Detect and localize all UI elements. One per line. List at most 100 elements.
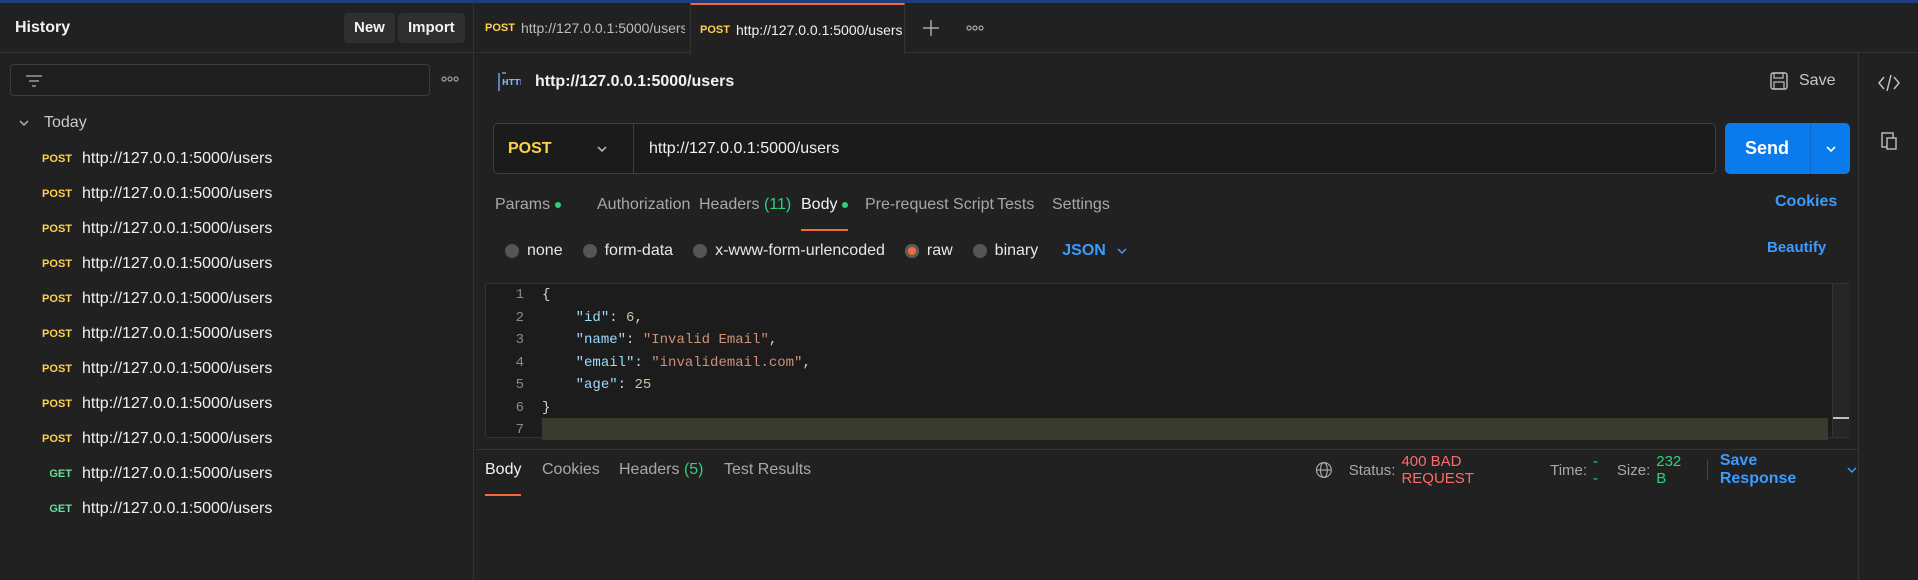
method-badge: GET xyxy=(49,467,72,480)
list-item[interactable]: POST http://127.0.0.1:5000/users xyxy=(0,421,474,456)
history-filter-input[interactable] xyxy=(10,64,430,96)
radio-button xyxy=(505,244,519,258)
history-url: http://127.0.0.1:5000/users xyxy=(82,289,273,307)
chevron-down-icon xyxy=(1847,467,1857,474)
history-url: http://127.0.0.1:5000/users xyxy=(82,359,273,377)
line-number: 7 xyxy=(515,422,524,438)
response-tab-test-results[interactable]: Test Results xyxy=(724,458,811,498)
right-rail xyxy=(1858,53,1918,580)
list-item[interactable]: POST http://127.0.0.1:5000/users xyxy=(0,246,474,281)
line-number: 4 xyxy=(515,354,524,371)
tab-tests[interactable]: Tests xyxy=(997,193,1034,233)
list-item[interactable]: POST http://127.0.0.1:5000/users xyxy=(0,281,474,316)
radio-button xyxy=(693,244,708,258)
tab-params[interactable]: Params xyxy=(495,193,562,233)
url-input[interactable]: http://127.0.0.1:5000/users xyxy=(649,124,1649,173)
list-item[interactable]: POST http://127.0.0.1:5000/users xyxy=(0,211,474,246)
body-option-form-data[interactable]: form-data xyxy=(582,242,673,260)
more-tabs-icon[interactable] xyxy=(965,21,985,35)
save-response-button[interactable]: Save Response xyxy=(1720,452,1858,488)
body-format-select[interactable]: JSON xyxy=(1062,242,1128,260)
response-tab-body[interactable]: Body xyxy=(485,458,522,498)
chevron-down-icon xyxy=(597,146,607,153)
code-line: "email": "invalidemail.com", xyxy=(575,354,811,371)
body-option-urlencoded[interactable]: x-www-form-urlencoded xyxy=(693,242,885,260)
history-list: POST http://127.0.0.1:5000/users POST http… xyxy=(0,141,474,526)
body-option-raw[interactable]: raw xyxy=(904,242,953,260)
cookies-link[interactable]: Cookies xyxy=(1775,193,1837,211)
method-select[interactable]: POST xyxy=(494,124,634,173)
request-tabs: Params Authorization Headers (11) Body P… xyxy=(495,193,1850,233)
chevron-down-icon[interactable] xyxy=(1825,143,1837,155)
tab-headers[interactable]: Headers (11) xyxy=(699,193,791,233)
size-label: Size: xyxy=(1616,461,1651,479)
import-button[interactable]: Import xyxy=(398,13,465,43)
tab-settings[interactable]: Settings xyxy=(1052,193,1110,233)
url-bar: POST http://127.0.0.1:5000/users xyxy=(493,123,1716,174)
list-item[interactable]: POST http://127.0.0.1:5000/users xyxy=(0,141,474,176)
new-button[interactable]: New xyxy=(344,13,395,43)
list-item[interactable]: GET http://127.0.0.1:5000/users xyxy=(0,491,474,526)
more-options-icon[interactable] xyxy=(440,71,460,87)
request-tab[interactable]: POST http://127.0.0.1:5000/users xyxy=(485,3,685,53)
request-title-text: http://127.0.0.1:5000/users xyxy=(535,73,735,90)
editor-scrollbar[interactable] xyxy=(1832,284,1850,437)
code-line: "age": 25 xyxy=(575,377,652,393)
body-indicator-dot xyxy=(842,201,849,208)
method-badge: POST xyxy=(42,327,72,340)
method-value: POST xyxy=(508,139,552,157)
save-label: Save xyxy=(1799,72,1836,89)
history-group-today[interactable]: Today xyxy=(18,112,87,134)
history-url: http://127.0.0.1:5000/users xyxy=(82,219,273,237)
body-code-editor[interactable]: 1 2 3 4 5 6 7 { "id": 6, "name": "Invali… xyxy=(485,283,1850,440)
send-button[interactable]: Send xyxy=(1725,123,1850,174)
list-item[interactable]: POST http://127.0.0.1:5000/users xyxy=(0,316,474,351)
line-number: 1 xyxy=(515,287,524,303)
beautify-button[interactable]: Beautify xyxy=(1767,239,1826,256)
tab-method: POST xyxy=(700,23,730,36)
radio-button xyxy=(972,244,987,258)
current-line-highlight xyxy=(542,418,1828,440)
body-option-none[interactable]: none xyxy=(505,242,563,260)
svg-text:HTTP: HTTP xyxy=(502,78,521,87)
request-tab-active[interactable]: POST http://127.0.0.1:5000/users xyxy=(690,3,905,54)
chevron-down-icon xyxy=(19,120,29,127)
list-item[interactable]: POST http://127.0.0.1:5000/users xyxy=(0,176,474,211)
code-line: { xyxy=(542,287,551,303)
time-value: -- xyxy=(1593,453,1599,487)
request-title: HTTP http://127.0.0.1:5000/users xyxy=(497,71,734,93)
group-label: Today xyxy=(44,114,87,131)
response-tab-headers[interactable]: Headers (5) xyxy=(619,458,704,498)
code-icon[interactable] xyxy=(1877,73,1901,93)
save-icon xyxy=(1770,72,1788,90)
tab-prerequest-script[interactable]: Pre-request Script xyxy=(865,193,994,233)
method-badge: POST xyxy=(42,222,72,235)
body-option-binary[interactable]: binary xyxy=(972,242,1038,260)
new-tab-plus-icon[interactable] xyxy=(920,17,942,39)
history-url: http://127.0.0.1:5000/users xyxy=(82,464,273,482)
save-button[interactable]: Save xyxy=(1769,71,1835,91)
list-item[interactable]: POST http://127.0.0.1:5000/users xyxy=(0,351,474,386)
line-number: 5 xyxy=(515,377,524,393)
method-badge: POST xyxy=(42,432,72,445)
response-tab-cookies[interactable]: Cookies xyxy=(542,458,600,498)
tab-body[interactable]: Body xyxy=(801,193,849,233)
response-status-bar: Status: 400 BAD REQUEST Time: -- Size: 2… xyxy=(1315,452,1858,487)
list-item[interactable]: POST http://127.0.0.1:5000/users xyxy=(0,386,474,421)
chevron-down-icon xyxy=(1117,248,1127,255)
send-label: Send xyxy=(1745,138,1790,158)
size-value: 232 B xyxy=(1656,453,1682,487)
tab-label: http://127.0.0.1:5000/users xyxy=(520,20,685,36)
radio-button-selected xyxy=(904,244,919,258)
documentation-icon[interactable] xyxy=(1879,131,1899,151)
divider xyxy=(1706,460,1708,480)
globe-icon[interactable] xyxy=(1315,461,1333,479)
history-url: http://127.0.0.1:5000/users xyxy=(82,184,273,202)
scrollbar-marker xyxy=(1833,417,1849,419)
line-number: 2 xyxy=(515,309,524,326)
line-number: 6 xyxy=(515,399,524,416)
tab-authorization[interactable]: Authorization xyxy=(597,193,690,233)
request-tab-strip: POST http://127.0.0.1:5000/users POST ht… xyxy=(475,3,1918,54)
params-indicator-dot xyxy=(555,201,562,208)
list-item[interactable]: GET http://127.0.0.1:5000/users xyxy=(0,456,474,491)
